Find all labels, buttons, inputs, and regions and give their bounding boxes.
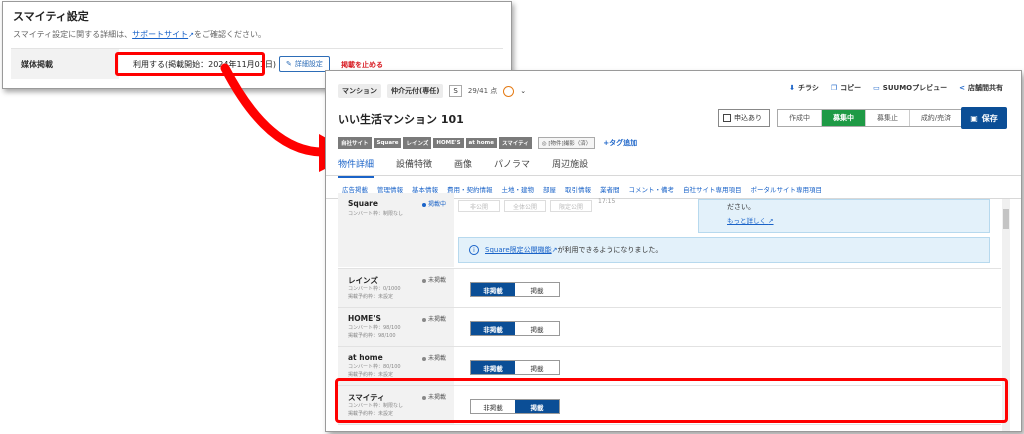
stage-draft[interactable]: 作成中 [778, 110, 822, 126]
chevron-down-icon[interactable]: ⌄ [520, 87, 526, 95]
row-divider [338, 424, 1001, 425]
share-action[interactable]: < 店舗間共有 [959, 83, 1003, 93]
share-label: 店舗間共有 [968, 84, 1003, 92]
learn-more-label: もっと詳しく [727, 217, 766, 225]
tooltip-text: ださい。 [727, 203, 755, 211]
media-sub: コンバート枠：制限なし [348, 211, 404, 217]
property-title: いい生活マンション 101 [338, 113, 464, 126]
media-sub: 掲載予約枠：未設定 [348, 294, 394, 300]
suumo-preview-label: SUUMOプレビュー [882, 84, 948, 92]
tag: 自社サイト [338, 137, 372, 149]
grade-badge: S [449, 85, 462, 97]
share-icon: < [959, 84, 965, 92]
property-meta: マンション 仲介元付(専任) S 29/41 点 ⌄ [338, 84, 526, 98]
info-icon: i [469, 245, 479, 255]
list-button[interactable]: 掲載 [515, 322, 559, 335]
unlist-button[interactable]: 非掲載 [471, 283, 515, 296]
desc-prefix: スマイティ設定に関する詳細は、 [13, 30, 133, 39]
flyer-action[interactable]: ⬇ チラシ [789, 83, 819, 93]
application-checkbox[interactable]: 申込あり [718, 109, 770, 127]
tag-row: 自社サイト Square レインズ HOME'S at home スマイティ ◎… [338, 137, 637, 149]
status-dot-icon [422, 356, 426, 361]
info-banner: i Square限定公開機能↗が利用できるようになりました。 [458, 237, 990, 263]
media-status-label: 掲載中 [428, 201, 447, 208]
list-button[interactable]: 掲載 [515, 361, 559, 374]
copy-action[interactable]: ❐ コピー [831, 83, 861, 93]
application-label: 申込あり [734, 114, 762, 122]
media-name: Square [348, 199, 378, 208]
save-label: 保存 [981, 113, 998, 123]
desc-suffix: をご確認ください。 [194, 30, 266, 39]
square-limited-link[interactable]: Square限定公開機能 [485, 246, 552, 254]
media-status-label: 未掲載 [428, 355, 447, 362]
media-row-homes: HOME'S コンバート枠：98/100 掲載予約枠：98/100 未掲載 非掲… [338, 308, 990, 346]
unlist-button[interactable]: 非掲載 [471, 361, 515, 374]
status-dot-icon [422, 317, 426, 322]
square-tooltip: ださい。 もっと詳しく ↗ [698, 199, 990, 233]
copy-icon: ❐ [830, 84, 838, 92]
tag: スマイティ [498, 137, 532, 149]
scrollbar-thumb[interactable] [1003, 209, 1009, 229]
tag-photo: ◎ [物件]撮影（済） [537, 137, 596, 149]
suumo-preview-action[interactable]: ▭ SUUMOプレビュー [873, 83, 947, 93]
visibility-buttons: 非公開 全体公開 限定公開 [458, 200, 592, 212]
stage-closed[interactable]: 成約/売済 [910, 110, 962, 126]
stage-recruiting[interactable]: 募集中 [822, 110, 866, 126]
status-dot-icon [422, 278, 426, 283]
private-button[interactable]: 非公開 [458, 200, 500, 212]
save-button[interactable]: ▣ 保存 [961, 107, 1007, 129]
media-status: 掲載中 [422, 199, 446, 208]
tag: at home [465, 138, 497, 148]
learn-more-link[interactable]: もっと詳しく ↗ [727, 215, 981, 225]
media-status-label: 未掲載 [428, 316, 447, 323]
smile-face-icon [503, 85, 515, 97]
media-sub: コンバート枠：0/1000 [348, 286, 401, 292]
time-text: 17:15 [598, 198, 616, 205]
tag: HOME'S [433, 138, 464, 148]
add-tag-link[interactable]: +タグ追加 [603, 138, 637, 148]
tab-divider [326, 175, 1021, 176]
checkbox-icon [723, 114, 731, 122]
flyer-label: チラシ [798, 84, 819, 92]
panel-title: スマイティ設定 [13, 10, 89, 23]
media-status: 未掲載 [422, 275, 446, 284]
stage-stopped[interactable]: 募集止 [866, 110, 910, 126]
public-button[interactable]: 全体公開 [504, 200, 546, 212]
save-icon: ▣ [970, 113, 978, 123]
listing-toggle: 非掲載 掲載 [470, 321, 560, 336]
list-button[interactable]: 掲載 [515, 283, 559, 296]
panel-description: スマイティ設定に関する詳細は、サポートサイト↗をご確認ください。 [13, 29, 266, 40]
stage-selector: 作成中 募集中 募集止 成約/売済 [777, 109, 963, 127]
listing-toggle: 非掲載 掲載 [470, 360, 560, 375]
media-status: 未掲載 [422, 353, 446, 362]
media-sub: 掲載予約枠：未設定 [348, 372, 394, 378]
limited-button[interactable]: 限定公開 [550, 200, 592, 212]
tag: Square [373, 138, 402, 148]
media-status: 未掲載 [422, 314, 446, 323]
monitor-icon: ▭ [873, 84, 880, 92]
tag: レインズ [403, 137, 432, 149]
media-name: HOME'S [348, 314, 381, 323]
property-type-badge: マンション [338, 84, 381, 98]
media-sub: コンバート枠：98/100 [348, 325, 401, 331]
external-link-icon: ↗ [768, 217, 774, 225]
info-text: Square限定公開機能↗が利用できるようになりました。 [485, 245, 662, 255]
support-site-link[interactable]: サポートサイト [132, 30, 188, 39]
broker-type-badge: 仲介元付(専任) [387, 84, 444, 98]
download-icon: ⬇ [789, 84, 796, 92]
copy-label: コピー [840, 84, 862, 92]
highlight-box-smaity-row [335, 378, 1008, 423]
media-sub: 掲載予約枠：98/100 [348, 333, 396, 339]
info-message: が利用できるようになりました。 [557, 246, 663, 254]
status-dot-icon [422, 202, 426, 207]
media-status-label: 未掲載 [428, 277, 447, 284]
top-actions: ⬇ チラシ ❐ コピー ▭ SUUMOプレビュー < 店舗間共有 [789, 83, 1003, 93]
media-row-reins: レインズ コンバート枠：0/1000 掲載予約枠：未設定 未掲載 非掲載 掲載 [338, 269, 990, 307]
listing-toggle: 非掲載 掲載 [470, 282, 560, 297]
unlist-button[interactable]: 非掲載 [471, 322, 515, 335]
media-listing-label: 媒体掲載 [11, 49, 119, 79]
media-name: at home [348, 353, 383, 362]
media-sub: コンバート枠：80/100 [348, 364, 401, 370]
score-text: 29/41 点 [467, 87, 498, 95]
